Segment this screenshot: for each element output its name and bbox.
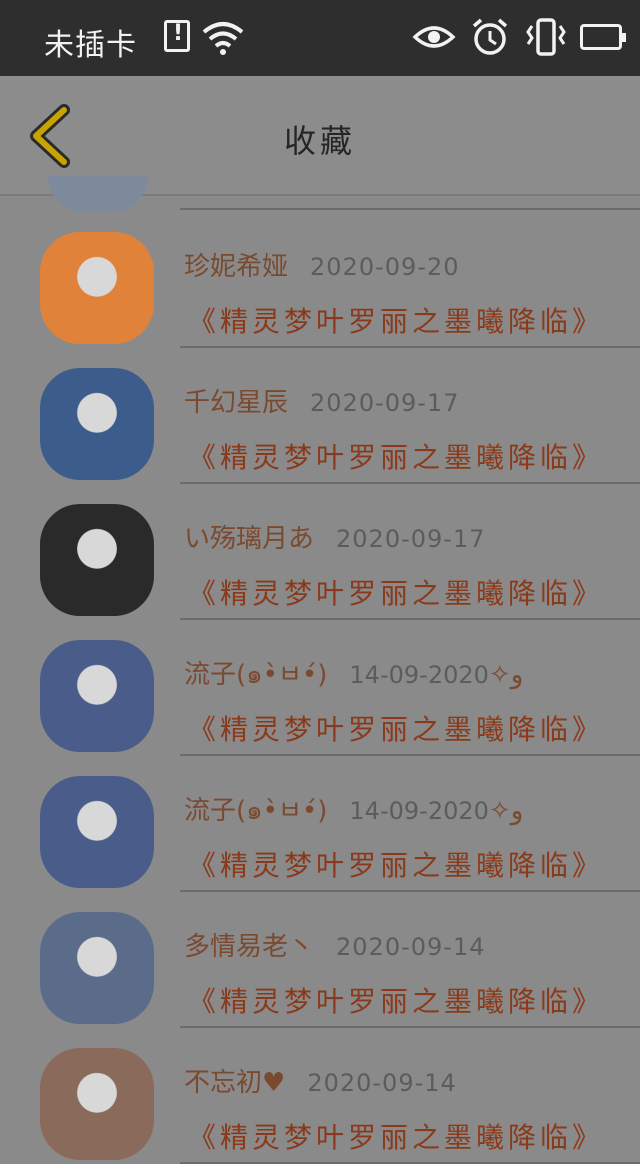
vibrate-icon bbox=[526, 18, 566, 56]
favorites-list[interactable]: 珍妮希娅 2020-09-20 《精灵梦叶罗丽之墨曦降临》 千幻星辰 2020-09… bbox=[0, 176, 640, 1164]
avatar[interactable] bbox=[40, 912, 154, 1024]
user-name: 多情易老丶 bbox=[184, 932, 315, 962]
avatar[interactable] bbox=[40, 504, 154, 616]
carrier-label: 未插卡 bbox=[44, 28, 137, 63]
avatar[interactable] bbox=[40, 368, 154, 480]
user-name: い殇璃月あ bbox=[184, 524, 315, 554]
item-name-row: 千幻星辰 2020-09-17 bbox=[184, 382, 460, 419]
eye-icon bbox=[412, 26, 456, 48]
list-item[interactable]: い殇璃月あ 2020-09-17 《精灵梦叶罗丽之墨曦降临》 bbox=[0, 468, 640, 620]
item-date: 2020-09-14 bbox=[336, 933, 486, 961]
item-name-row: 多情易老丶 2020-09-14 bbox=[184, 926, 486, 963]
item-date: 2020-09-20 bbox=[310, 253, 460, 281]
item-name-row: 不忘初♥ 2020-09-14 bbox=[184, 1062, 457, 1099]
book-title[interactable]: 《精灵梦叶罗丽之墨曦降临》 bbox=[188, 1116, 604, 1156]
user-name: 千幻星辰 bbox=[184, 388, 289, 418]
item-name-row: 流子(๑•̀ㅂ•́)و✧2020-09-14 bbox=[184, 790, 523, 831]
list-item[interactable]: 不忘初♥ 2020-09-14 《精灵梦叶罗丽之墨曦降临》 bbox=[0, 1012, 640, 1164]
page-title: 收藏 bbox=[283, 122, 356, 160]
battery-charging-icon bbox=[580, 24, 626, 50]
item-date: 2020-09-17 bbox=[310, 389, 460, 417]
avatar[interactable] bbox=[40, 232, 154, 344]
item-date: 2020-09-14 bbox=[349, 797, 489, 825]
item-date: 2020-09-14 bbox=[307, 1069, 457, 1097]
item-name-row: 流子(๑•̀ㅂ•́)و✧2020-09-14 bbox=[184, 654, 523, 695]
list-item[interactable]: 珍妮希娅 2020-09-20 《精灵梦叶罗丽之墨曦降临》 bbox=[0, 196, 640, 348]
user-name: 珍妮希娅 bbox=[184, 252, 289, 282]
avatar[interactable] bbox=[40, 1048, 154, 1160]
list-item[interactable]: 流子(๑•̀ㅂ•́)و✧2020-09-14 《精灵梦叶罗丽之墨曦降临》 bbox=[0, 740, 640, 892]
sim-alert-icon bbox=[164, 20, 190, 52]
status-bar: 未插卡 bbox=[0, 0, 640, 76]
alarm-icon bbox=[472, 18, 508, 55]
list-item[interactable]: 千幻星辰 2020-09-17 《精灵梦叶罗丽之墨曦降临》 bbox=[0, 332, 640, 484]
avatar[interactable] bbox=[40, 640, 154, 752]
item-date: 2020-09-17 bbox=[336, 525, 486, 553]
item-date: 2020-09-14 bbox=[349, 661, 489, 689]
avatar[interactable] bbox=[40, 776, 154, 888]
list-item[interactable]: 多情易老丶 2020-09-14 《精灵梦叶罗丽之墨曦降临》 bbox=[0, 876, 640, 1028]
list-item[interactable]: 流子(๑•̀ㅂ•́)و✧2020-09-14 《精灵梦叶罗丽之墨曦降临》 bbox=[0, 604, 640, 756]
item-name-row: 珍妮希娅 2020-09-20 bbox=[184, 246, 460, 283]
wifi-icon bbox=[202, 22, 244, 55]
item-name-row: い殇璃月あ 2020-09-17 bbox=[184, 518, 486, 555]
user-name: 不忘初♥ bbox=[184, 1068, 286, 1098]
